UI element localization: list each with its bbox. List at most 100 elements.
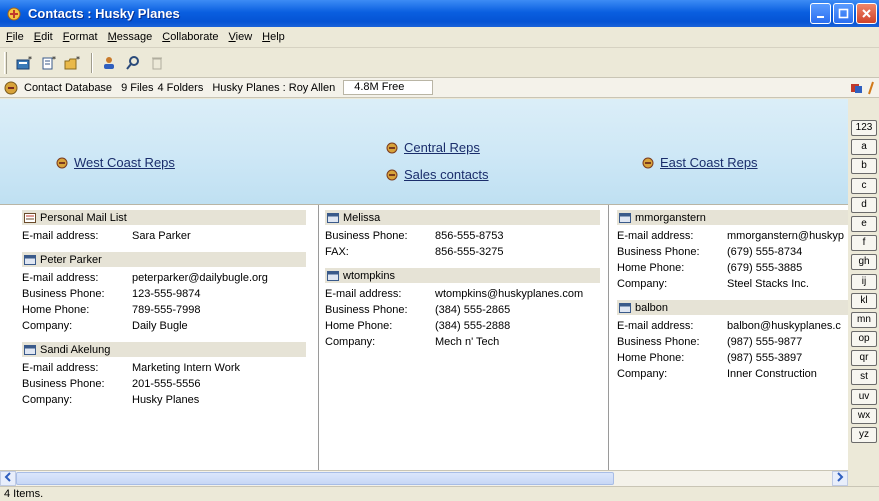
field-label: Business Phone: [617,336,700,348]
alpha-tab-yz[interactable]: yz [851,427,877,443]
field-value: Husky Planes [132,394,200,406]
group-west-coast-reps[interactable]: West Coast Reps [56,155,175,170]
menu-view[interactable]: View [229,31,253,43]
alpha-tab-kl[interactable]: kl [851,292,877,309]
menu-collaborate[interactable]: Collaborate [162,31,218,43]
user-button[interactable] [98,52,120,74]
toolbar-separator [91,52,93,73]
contact-card[interactable]: Personal Mail List E-mail address: Sara P… [22,210,306,244]
group-icon [386,169,398,180]
contact-card-icon [619,212,631,223]
search-icon [126,55,139,70]
new-group-button[interactable]: * [38,52,60,74]
contact-field: E-mail address: Sara Parker [22,228,306,244]
contact-field: E-mail address: Marketing Intern Work [22,360,306,376]
delete-button[interactable] [146,52,168,74]
database-label: Contact Database [24,81,113,94]
menu-message[interactable]: Message [108,31,153,43]
toolbar-grip[interactable] [4,52,7,74]
chevron-right-icon [837,472,844,482]
svg-text:*: * [28,55,32,64]
group-label: West Coast Reps [74,155,175,170]
alpha-tab-mn[interactable]: mn [851,311,877,328]
menu-edit[interactable]: Edit [34,31,53,43]
field-value: mmorganstern@huskyp [727,230,844,242]
card-header[interactable]: mmorganstern [617,210,848,225]
maximize-button[interactable] [833,3,854,24]
field-label: E-mail address: [22,272,99,284]
field-label: Home Phone: [22,304,90,316]
contact-card-icon [24,254,36,265]
contact-card[interactable]: balbon E-mail address: balbon@huskyplanes… [617,300,848,382]
alpha-tab-d[interactable]: d [851,196,877,213]
contact-field: Company: Husky Planes [22,392,306,408]
alpha-tab-op[interactable]: op [851,331,877,348]
scrollbar-thumb[interactable] [16,472,614,485]
field-label: Business Phone: [325,304,408,316]
group-central-reps[interactable]: Central Reps [386,140,480,155]
contact-field: FAX: 856-555-3275 [325,244,600,260]
alpha-tab-c[interactable]: c [851,177,877,194]
card-header[interactable]: Peter Parker [22,252,306,267]
group-icon [56,157,68,168]
field-label: Company: [617,278,668,290]
group-sales-contacts[interactable]: Sales contacts [386,167,489,182]
field-value: peterparker@dailybugle.org [132,272,268,284]
horizontal-scrollbar[interactable] [0,470,848,486]
scroll-left-button[interactable] [0,471,16,486]
field-value: Mech n' Tech [435,336,500,348]
find-button[interactable] [122,52,144,74]
alpha-tab-123[interactable]: 123 [851,120,877,136]
contact-card-icon [619,302,631,313]
title-bar: Contacts : Husky Planes [0,0,879,27]
new-contact-button[interactable]: * [14,52,36,74]
scroll-right-button[interactable] [832,471,848,486]
maximize-icon [838,8,849,19]
card-header[interactable]: Melissa [325,210,600,225]
alpha-tab-e[interactable]: e [851,215,877,232]
user-icon [104,56,114,69]
alpha-tab-ij[interactable]: ij [851,273,877,290]
contact-field: Home Phone: 789-555-7998 [22,302,306,318]
alpha-tab-f[interactable]: f [851,235,877,252]
alpha-tab-st[interactable]: st [851,369,877,386]
new-folder-button[interactable]: * [62,52,84,74]
menu-file[interactable]: File [6,31,24,43]
toolbar: * * * [0,48,879,78]
new-group-icon: * [42,55,56,69]
card-header[interactable]: Personal Mail List [22,210,306,225]
field-label: Business Phone: [22,288,105,300]
contact-field: E-mail address: balbon@huskyplanes.c [617,318,848,334]
field-value: 856-555-8753 [435,230,504,242]
card-header[interactable]: balbon [617,300,848,315]
alpha-tab-qr[interactable]: qr [851,350,877,367]
field-value: (679) 555-8734 [727,246,803,258]
group-icon [386,142,398,153]
contact-card[interactable]: wtompkins E-mail address: wtompkins@husky… [325,268,600,350]
alpha-tab-a[interactable]: a [851,139,877,156]
app-icon [7,7,21,20]
close-button[interactable] [856,3,877,24]
minimize-button[interactable] [810,3,831,24]
alpha-tab-b[interactable]: b [851,158,877,175]
contact-field: Home Phone: (384) 555-2888 [325,318,600,334]
contact-card[interactable]: Peter Parker E-mail address: peterparker@… [22,252,306,334]
alpha-tab-gh[interactable]: gh [851,254,877,271]
contact-card-icon [327,270,339,281]
card-header[interactable]: wtompkins [325,268,600,283]
field-label: FAX: [325,246,349,258]
contact-card[interactable]: Sandi Akelung E-mail address: Marketing I… [22,342,306,408]
chevron-left-icon [4,472,11,482]
pencil-icon[interactable] [867,81,875,95]
contact-card[interactable]: mmorganstern E-mail address: mmorganstern… [617,210,848,292]
menu-help[interactable]: Help [262,31,285,43]
contacts-tool-icon[interactable] [850,81,864,95]
card-header[interactable]: Sandi Akelung [22,342,306,357]
contact-name: Sandi Akelung [40,343,111,356]
alpha-tab-uv[interactable]: uv [851,388,877,405]
menu-format[interactable]: Format [63,31,98,43]
contact-card[interactable]: Melissa Business Phone: 856-555-8753 FAX:… [325,210,600,260]
alpha-tab-wx[interactable]: wx [851,407,877,424]
field-label: Home Phone: [325,320,393,332]
group-east-coast-reps[interactable]: East Coast Reps [642,155,758,170]
